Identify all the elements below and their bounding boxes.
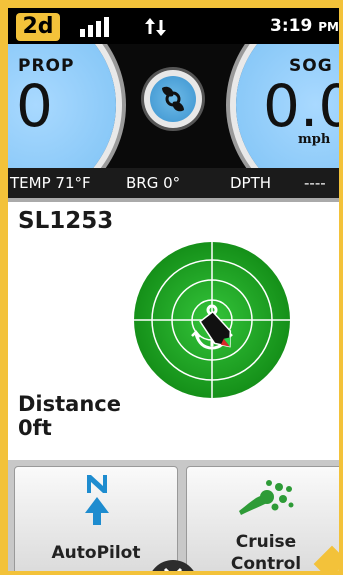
bearing-readout: BRG 0° [126, 174, 181, 192]
depth-label: DPTH [230, 174, 272, 192]
autopilot-label: AutoPilot [51, 543, 141, 563]
chevron-down-icon [163, 567, 183, 571]
gauges-panel: PROP 0 SOG 0.0 mph [8, 44, 339, 168]
bottom-bar: AutoPilot Cruise Control [8, 460, 339, 571]
sog-value: 0.0 [263, 72, 339, 140]
step-badge: 2d [16, 13, 60, 41]
cruise-label-line1: Cruise [235, 532, 297, 552]
depth-value: ---- [304, 174, 326, 192]
cruise-control-icon [239, 480, 294, 515]
device-frame: 2d 3:19 PM PROP 0 SOG 0. mph TEMP 71°F B… [0, 0, 343, 575]
sog-unit: mph [298, 132, 331, 147]
distance-value: 0ft [18, 416, 52, 440]
screen: 2d 3:19 PM PROP 0 SOG 0. mph TEMP 71°F B… [8, 8, 339, 571]
anchor-radar[interactable] [134, 242, 290, 398]
status-bar: 2d 3:19 PM [8, 8, 339, 44]
distance-readout: Distance 0ft [18, 392, 121, 440]
data-transfer-icon [144, 16, 168, 38]
signal-bars-icon [80, 17, 110, 37]
clock-ampm: PM [318, 20, 339, 34]
anchor-panel: SL1253 Distance 0ft [8, 198, 339, 460]
propeller-button[interactable] [144, 70, 202, 128]
north-arrow-icon [85, 475, 109, 525]
temperature-readout: TEMP 71°F [10, 174, 91, 192]
autopilot-button[interactable]: AutoPilot [14, 466, 178, 571]
clock-time: 3:19 [270, 16, 313, 36]
distance-label: Distance [18, 392, 121, 416]
info-strip: TEMP 71°F BRG 0° DPTH ---- [8, 168, 339, 198]
clock: 3:19 PM [270, 16, 339, 36]
waypoint-name: SL1253 [18, 208, 114, 234]
prop-value: 0 [16, 72, 53, 140]
propeller-icon [162, 86, 184, 112]
cruise-control-button[interactable]: Cruise Control [186, 466, 339, 571]
